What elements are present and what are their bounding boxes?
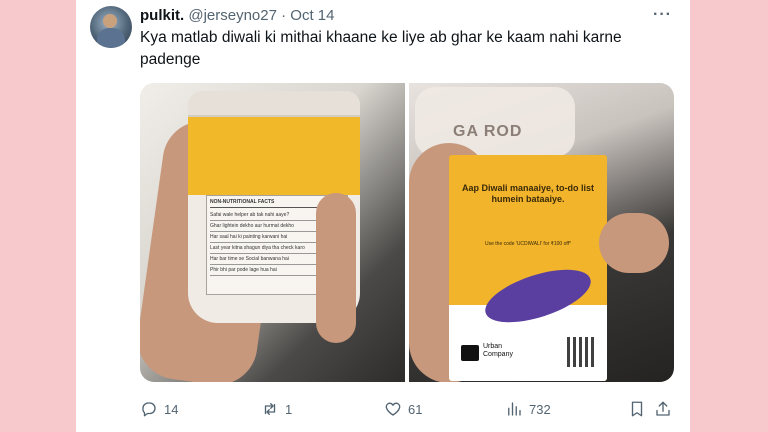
repost-icon bbox=[264, 403, 276, 415]
views-icon bbox=[508, 402, 521, 416]
cup-decoration-band bbox=[188, 117, 360, 195]
repost-button[interactable]: 1 bbox=[261, 398, 292, 420]
like-button[interactable]: 61 bbox=[384, 398, 422, 420]
reply-button[interactable]: 14 bbox=[140, 398, 178, 420]
tweet-date[interactable]: Oct 14 bbox=[290, 7, 334, 24]
flyer-title: Aap Diwali manaaiye, to-do list humein b… bbox=[461, 183, 595, 204]
flyer-card: Aap Diwali manaaiye, to-do list humein b… bbox=[449, 155, 607, 381]
brand-line-2: Company bbox=[483, 351, 513, 358]
media-image-left[interactable]: NON-NUTRITIONAL FACTS Safai wale helper … bbox=[140, 83, 405, 382]
share-icon bbox=[656, 401, 670, 416]
like-count: 61 bbox=[408, 401, 423, 417]
heart-icon bbox=[385, 402, 401, 416]
brand-line-1: Urban bbox=[483, 343, 503, 350]
views-count: 732 bbox=[529, 401, 551, 417]
tweet-header: pulkit. @jerseyno27 · Oct 14 bbox=[140, 7, 334, 24]
thumb-shape bbox=[599, 213, 669, 273]
bookmark-icon bbox=[631, 401, 643, 417]
repost-count: 1 bbox=[285, 401, 293, 417]
display-name[interactable]: pulkit. bbox=[140, 7, 184, 24]
share-button[interactable] bbox=[654, 398, 672, 420]
urban-company-logo-icon bbox=[461, 345, 479, 361]
media-image-right[interactable]: GA ROD Aap Diwali manaaiye, to-do list h… bbox=[409, 83, 674, 382]
reply-icon bbox=[142, 402, 156, 417]
cup-rim bbox=[188, 91, 360, 117]
avatar-head-shape bbox=[103, 14, 117, 28]
action-bar: 14 1 61 732 bbox=[140, 398, 674, 420]
avatar[interactable] bbox=[90, 6, 132, 48]
avatar-body-shape bbox=[97, 28, 125, 48]
tweet-media[interactable]: NON-NUTRITIONAL FACTS Safai wale helper … bbox=[140, 83, 674, 382]
bag-text: GA ROD bbox=[453, 123, 523, 140]
flyer-code: Use the code 'UCDIWALI' for ₹100 off* bbox=[485, 241, 571, 247]
tweet-card: pulkit. @jerseyno27 · Oct 14 ··· Kya mat… bbox=[76, 0, 690, 432]
views-button[interactable]: 732 bbox=[505, 398, 551, 420]
reply-count: 14 bbox=[164, 401, 179, 417]
fingers-shape bbox=[316, 193, 356, 343]
more-options-icon[interactable]: ··· bbox=[653, 6, 672, 24]
flyer-brand: Urban Company bbox=[483, 343, 513, 359]
tweet-text: Kya matlab diwali ki mithai khaane ke li… bbox=[140, 29, 622, 68]
bookmark-button[interactable] bbox=[628, 398, 646, 420]
separator: · bbox=[281, 7, 287, 24]
handle[interactable]: @jerseyno27 bbox=[188, 7, 277, 24]
qr-code-icon bbox=[567, 337, 597, 367]
